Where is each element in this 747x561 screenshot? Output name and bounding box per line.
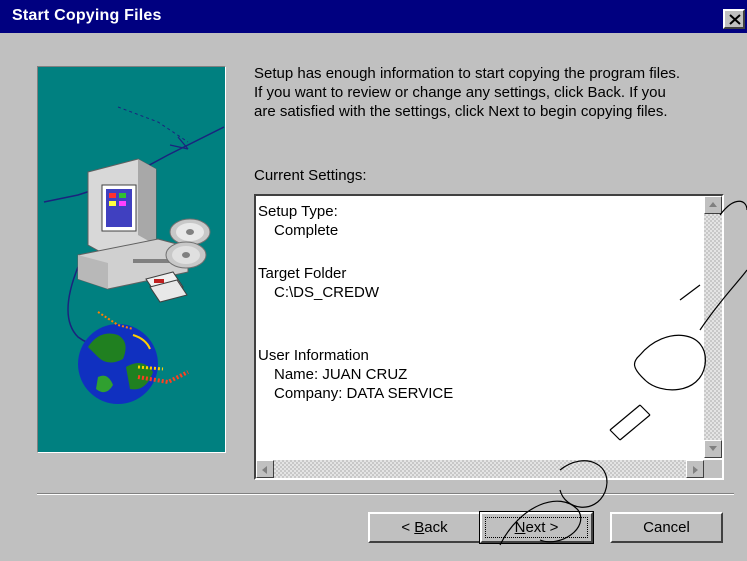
- scroll-up-button[interactable]: [704, 196, 722, 214]
- scroll-right-button[interactable]: [686, 460, 704, 478]
- target-folder-label: Target Folder: [258, 265, 347, 282]
- setup-dialog: Start Copying Files Setup has enough inf…: [0, 0, 747, 561]
- scrollbar-corner: [704, 460, 722, 478]
- scroll-left-button[interactable]: [256, 460, 274, 478]
- arrow-up-icon: [709, 202, 717, 207]
- scroll-down-button[interactable]: [704, 440, 722, 458]
- next-button[interactable]: Next >: [479, 511, 594, 544]
- back-prefix: <: [401, 519, 415, 536]
- setup-illustration: [37, 66, 226, 453]
- company-value: Company: DATA SERVICE: [274, 385, 454, 402]
- instruction-line: Setup has enough information to start co…: [254, 65, 681, 82]
- instruction-line: If you want to review or change any sett…: [254, 84, 666, 101]
- current-settings-box[interactable]: Setup Type: Complete Target Folder C:\DS…: [254, 194, 724, 480]
- cancel-button[interactable]: Cancel: [610, 512, 723, 543]
- setup-type-label: Setup Type:: [258, 203, 338, 220]
- target-folder-value: C:\DS_CREDW: [274, 284, 380, 301]
- back-label-rest: ack: [424, 519, 448, 536]
- vertical-scrollbar[interactable]: [704, 196, 722, 458]
- next-accelerator: N: [514, 519, 526, 536]
- close-button[interactable]: [723, 9, 745, 29]
- arrow-right-icon: [693, 466, 698, 474]
- horizontal-scrollbar[interactable]: [256, 460, 704, 478]
- title-bar: Start Copying Files: [0, 0, 747, 33]
- user-name-value: Name: JUAN CRUZ: [274, 366, 408, 383]
- close-icon: [729, 14, 741, 25]
- instruction-line: are satisfied with the settings, click N…: [254, 103, 668, 120]
- setup-type-value: Complete: [274, 222, 339, 239]
- back-accelerator: B: [414, 519, 425, 536]
- next-label-rest: ext >: [525, 519, 559, 536]
- arrow-down-icon: [709, 446, 717, 451]
- settings-content: Setup Type: Complete Target Folder C:\DS…: [258, 198, 708, 456]
- computer-globe-icon: [43, 106, 225, 404]
- instructions-text: Setup has enough information to start co…: [254, 64, 734, 121]
- window-title: Start Copying Files: [12, 7, 162, 24]
- user-information-label: User Information: [258, 347, 369, 364]
- back-button[interactable]: < Back: [368, 512, 481, 543]
- arrow-left-icon: [262, 466, 267, 474]
- current-settings-label: Current Settings:: [254, 167, 367, 184]
- separator-line: [37, 493, 734, 495]
